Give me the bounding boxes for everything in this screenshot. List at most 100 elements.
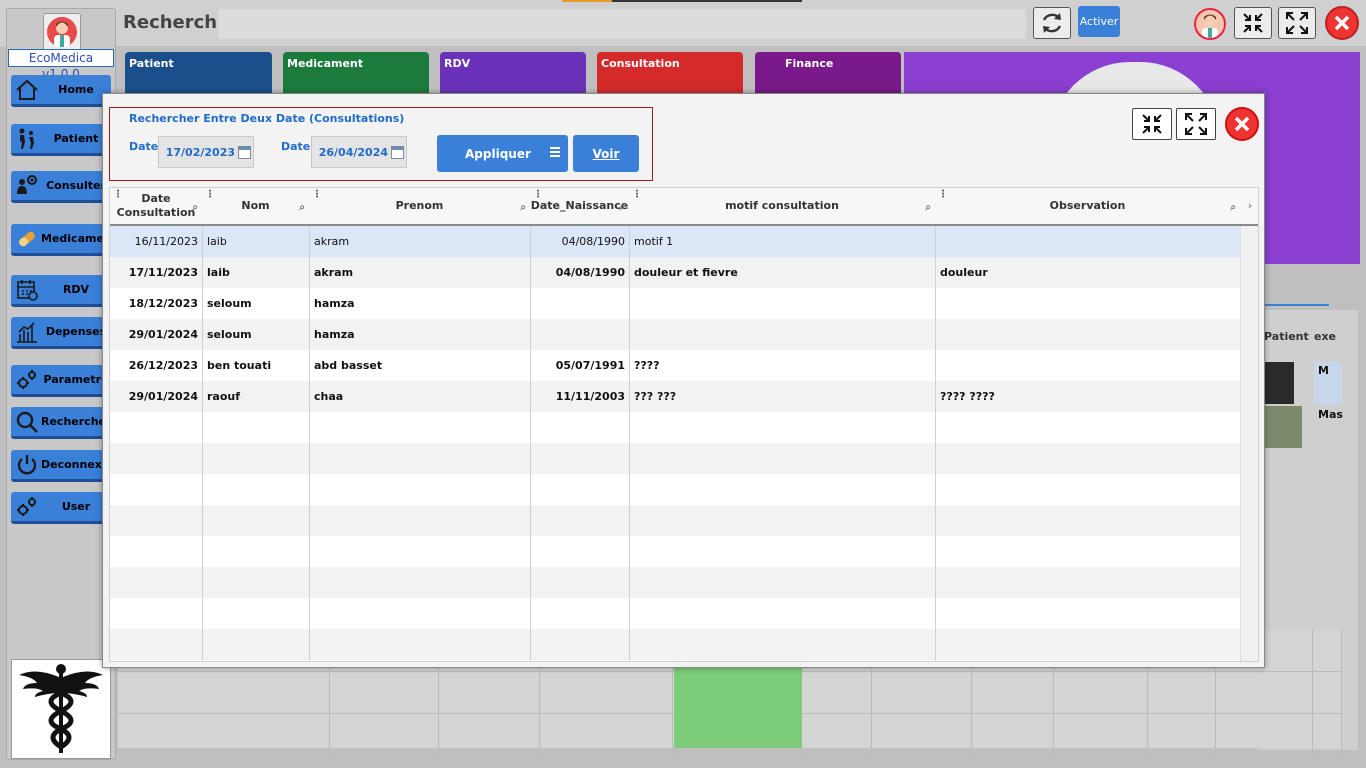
start-date-value: 17/02/2023: [165, 145, 235, 159]
column-search-icon[interactable]: ⌕: [520, 201, 526, 215]
table-row[interactable]: 16/11/2023 laib akram 04/08/1990 motif 1: [110, 226, 1240, 257]
table-cell: seloum: [207, 297, 252, 310]
table-cell: ben touati: [207, 359, 272, 372]
dialog-maximize-button[interactable]: [1176, 108, 1216, 140]
sidebar-item-parametre[interactable]: Parametre: [11, 365, 111, 397]
sidebar-item-rechercher[interactable]: Rechercher: [11, 407, 111, 439]
sidebar-item-medicament[interactable]: Medicament: [11, 224, 111, 256]
background-grid-cell: [439, 714, 540, 756]
sidebar-item-consulter[interactable]: Consulter: [11, 171, 111, 203]
start-date-field[interactable]: 17/02/2023: [158, 136, 254, 168]
column-drag-icon[interactable]: ⋮: [312, 188, 322, 202]
sidebar-item-label: Depenses: [45, 325, 107, 338]
table-row[interactable]: [110, 443, 1240, 474]
end-date-field[interactable]: 26/04/2024: [311, 136, 407, 168]
pill-icon: [13, 225, 41, 253]
sidebar-item-home[interactable]: Home: [11, 75, 111, 107]
sidebar-item-depenses[interactable]: Depenses: [11, 317, 111, 349]
vertical-scrollbar[interactable]: [1240, 226, 1258, 661]
maximize-button[interactable]: [1278, 7, 1316, 39]
col-date-naissance[interactable]: ⋮ Date_Naissance ⌕: [530, 188, 629, 224]
col-observation[interactable]: ⋮ Observation ⌕: [935, 188, 1240, 224]
user-avatar[interactable]: [1194, 8, 1226, 40]
table-cell: [629, 319, 935, 350]
scroll-right-icon[interactable]: ›: [1242, 188, 1258, 224]
calendar-icon[interactable]: [238, 146, 251, 159]
background-grid-cell: [1148, 714, 1216, 756]
bg-cell-m: M: [1318, 364, 1329, 377]
table-row[interactable]: 29/01/2024 raouf chaa 11/11/2003 ??? ???????…: [110, 381, 1240, 412]
background-grid-cell: [439, 672, 540, 714]
column-divider: [629, 226, 630, 661]
background-grid-cell: [1054, 714, 1148, 756]
sidebar-item-label: Deconnexion: [41, 458, 111, 471]
table-row[interactable]: [110, 536, 1240, 567]
table-row[interactable]: [110, 629, 1240, 660]
header-search-strip[interactable]: [218, 9, 1026, 39]
column-search-icon[interactable]: ⌕: [619, 201, 625, 215]
minimize-button[interactable]: [1234, 7, 1272, 39]
home-icon: [13, 76, 41, 104]
table-cell: 29/01/2024: [128, 328, 198, 341]
sidebar-item-patient[interactable]: Patient: [11, 124, 111, 156]
sidebar-item-rdv[interactable]: RDV: [11, 275, 111, 307]
col-date-consultation[interactable]: ⋮ Date Consultation ⌕: [110, 188, 202, 224]
background-grid-cell: [118, 714, 330, 756]
collapse-icon: [1142, 114, 1162, 134]
apply-button[interactable]: Appliquer: [437, 135, 568, 172]
column-label: Prenom: [395, 199, 444, 212]
activate-button[interactable]: Activer: [1078, 6, 1120, 37]
table-cell: 17/11/2023: [128, 266, 198, 279]
column-search-icon[interactable]: ⌕: [925, 201, 931, 215]
col-motif-consultation[interactable]: ⋮ motif consultation ⌕: [629, 188, 935, 224]
table-cell: [629, 288, 935, 319]
table-row[interactable]: 18/12/2023 seloum hamza: [110, 288, 1240, 319]
background-grid-cell: [1216, 672, 1313, 714]
sidebar-item-label: Rechercher: [41, 415, 111, 428]
menu-icon[interactable]: [550, 147, 560, 159]
sidebar-item-deconnexion[interactable]: Deconnexion: [11, 450, 111, 482]
table-row[interactable]: 17/11/2023 laib akram 04/08/1990 douleur et …: [110, 257, 1240, 288]
table-cell: 29/01/2024: [128, 390, 198, 403]
column-drag-icon[interactable]: ⋮: [205, 188, 215, 202]
table-row[interactable]: [110, 505, 1240, 536]
refresh-button[interactable]: [1033, 7, 1071, 39]
table-cell: 16/11/2023: [134, 235, 198, 248]
table-row[interactable]: [110, 412, 1240, 443]
table-cell: 05/07/1991: [555, 359, 625, 372]
col-prenom[interactable]: ⋮ Prenom ⌕: [309, 188, 530, 224]
app-close-button[interactable]: [1325, 6, 1359, 40]
app-version: EcoMedica v1.0.0: [8, 49, 114, 81]
dialog-minimize-button[interactable]: [1132, 108, 1172, 140]
col-nom[interactable]: ⋮ Nom ⌕: [202, 188, 309, 224]
table-row[interactable]: [110, 598, 1240, 629]
table-cell: 11/11/2003: [555, 390, 625, 403]
column-drag-icon[interactable]: ⋮: [113, 188, 123, 202]
table-row[interactable]: [110, 567, 1240, 598]
power-icon: [13, 451, 41, 479]
collapse-icon: [1243, 13, 1263, 33]
table-cell: raouf: [207, 390, 241, 403]
table-row[interactable]: 26/12/2023 ben touati abd basset 05/07/1991…: [110, 350, 1240, 381]
calendar-icon: [13, 276, 41, 304]
dialog-close-button[interactable]: [1225, 107, 1259, 141]
column-search-icon[interactable]: ⌕: [1230, 201, 1236, 215]
column-search-icon[interactable]: ⌕: [299, 201, 305, 215]
voir-button[interactable]: Voir: [573, 135, 639, 172]
column-drag-icon[interactable]: ⋮: [632, 188, 642, 202]
table-cell: ????: [634, 359, 660, 372]
gears-icon: [13, 366, 41, 394]
column-search-icon[interactable]: ⌕: [192, 201, 198, 215]
calendar-icon[interactable]: [391, 146, 404, 159]
table-cell: 04/08/1990: [561, 235, 625, 248]
caduceus-logo: [11, 659, 111, 759]
background-grid-cell: [540, 672, 673, 714]
column-drag-icon[interactable]: ⋮: [533, 188, 543, 202]
column-drag-icon[interactable]: ⋮: [938, 188, 948, 202]
table-row[interactable]: [110, 474, 1240, 505]
table-cell: douleur: [940, 266, 988, 279]
end-date-label: Date: [281, 140, 311, 153]
sidebar-item-user[interactable]: User: [11, 492, 111, 524]
table-row[interactable]: 29/01/2024 seloum hamza: [110, 319, 1240, 350]
app-logo: [43, 13, 81, 51]
